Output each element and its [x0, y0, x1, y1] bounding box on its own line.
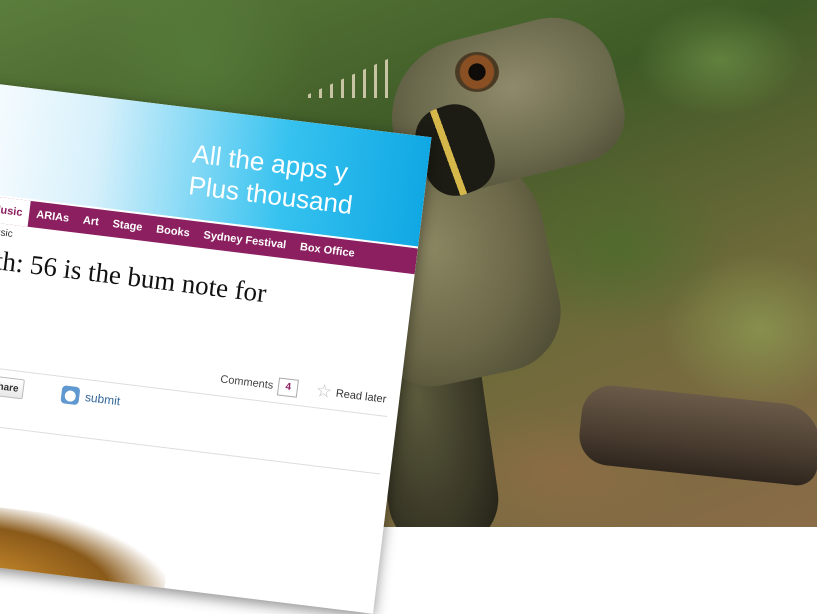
- nav-item-art[interactable]: Art: [74, 207, 107, 236]
- article-tools: Comments 4 ☆ Read later: [219, 368, 387, 409]
- article-screenshot-card: All the apps y Plus thousand Music ARIAs…: [0, 80, 432, 614]
- breadcrumb[interactable]: Music: [0, 226, 13, 240]
- branch: [576, 382, 817, 488]
- read-later-link[interactable]: Read later: [335, 387, 387, 405]
- nav-item-stage[interactable]: Stage: [104, 210, 151, 241]
- nav-item-music[interactable]: Music: [0, 195, 31, 227]
- share-row: in Share submit: [0, 372, 121, 412]
- star-icon[interactable]: ☆: [315, 380, 333, 403]
- lizard-crest: [300, 58, 390, 98]
- article-photo-fragment: [0, 496, 172, 614]
- nav-item-arias[interactable]: ARIAs: [28, 201, 78, 233]
- comments-count[interactable]: 4: [277, 377, 300, 398]
- linkedin-share-button[interactable]: in Share: [0, 372, 25, 400]
- reddit-icon[interactable]: [60, 385, 81, 406]
- reddit-submit-link[interactable]: submit: [84, 390, 121, 408]
- lizard-eye: [455, 52, 499, 92]
- divider: [0, 419, 381, 475]
- linkedin-share-label: Share: [0, 379, 20, 395]
- nav-item-books[interactable]: Books: [148, 216, 198, 248]
- comments-label[interactable]: Comments: [220, 373, 274, 391]
- article-headline: nyth: 56 is the bum note for: [0, 241, 269, 309]
